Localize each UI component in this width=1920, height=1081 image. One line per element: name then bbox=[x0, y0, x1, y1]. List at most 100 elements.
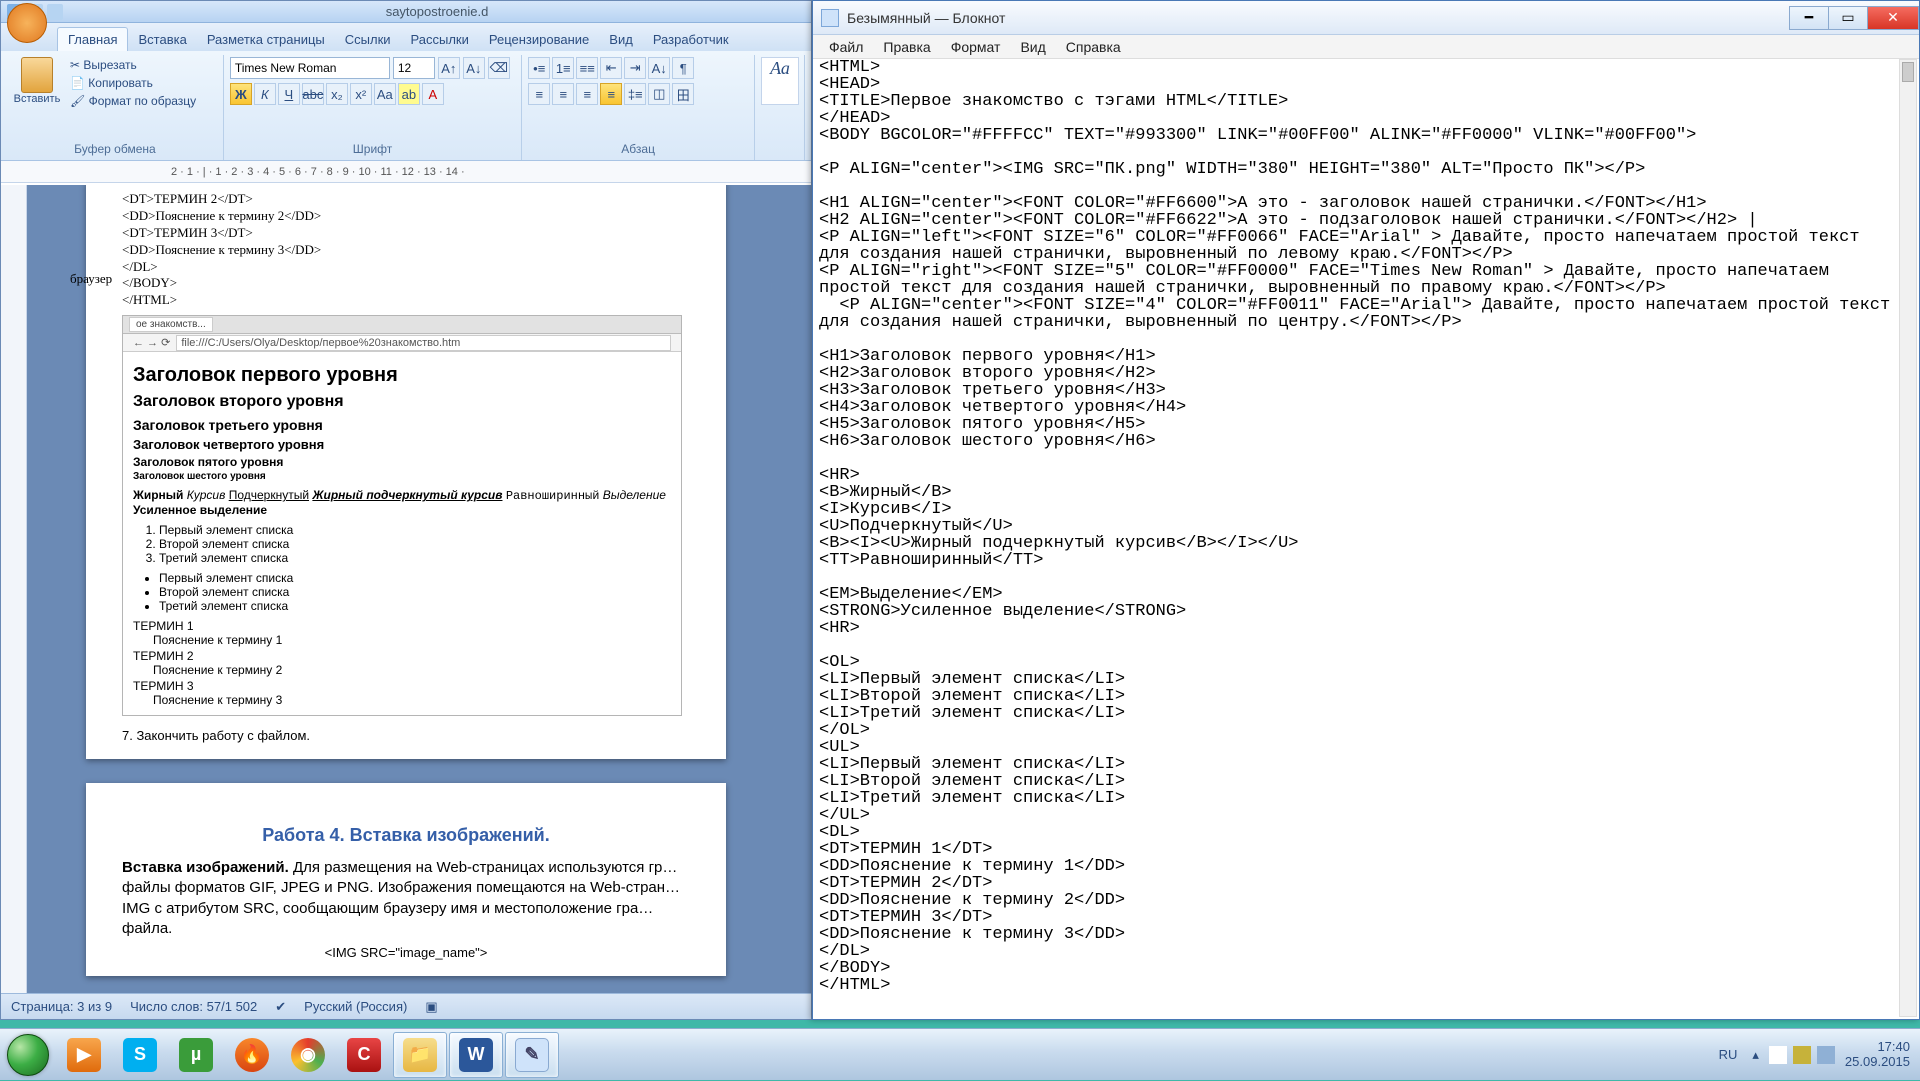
flag-icon[interactable] bbox=[1769, 1046, 1787, 1064]
sort-button[interactable]: A↓ bbox=[648, 57, 670, 79]
ribbon-tabs: Главная Вставка Разметка страницы Ссылки… bbox=[1, 23, 811, 51]
clock[interactable]: 17:40 25.09.2015 bbox=[1845, 1040, 1910, 1069]
time: 17:40 bbox=[1845, 1040, 1910, 1054]
taskbar-chrome[interactable]: ◉ bbox=[281, 1032, 335, 1078]
code-block: <DT>ТЕРМИН 2</DT> <DD>Пояснение к термин… bbox=[122, 191, 690, 309]
work4-title: Работа 4. Вставка изображений. bbox=[122, 825, 690, 846]
close-button[interactable]: ✕ bbox=[1867, 6, 1919, 30]
redo-icon[interactable] bbox=[47, 4, 63, 20]
start-button[interactable] bbox=[0, 1029, 56, 1081]
indent-inc-button[interactable]: ⇥ bbox=[624, 57, 646, 79]
line-spacing-button[interactable]: ‡≡ bbox=[624, 83, 646, 105]
taskbar-explorer[interactable]: 📁 bbox=[393, 1032, 447, 1078]
numbering-button[interactable]: 1≡ bbox=[552, 57, 574, 79]
copy-button[interactable]: 📄 Копировать bbox=[67, 75, 199, 91]
tab-view[interactable]: Вид bbox=[599, 28, 643, 51]
notepad-textarea[interactable]: <HTML> <HEAD> <TITLE>Первое знакомство с… bbox=[817, 59, 1897, 1015]
font-size-input[interactable] bbox=[393, 57, 435, 79]
format-painter-button[interactable]: 🖌 Формат по образцу bbox=[67, 93, 199, 109]
browser-tab-bar: ое знакомств... bbox=[123, 316, 681, 334]
italic-button[interactable]: К bbox=[254, 83, 276, 105]
highlight-button[interactable]: ab bbox=[398, 83, 420, 105]
notepad-titlebar[interactable]: Безымянный — Блокнот ━ ▭ ✕ bbox=[813, 1, 1919, 35]
tab-review[interactable]: Рецензирование bbox=[479, 28, 599, 51]
img-src-code: <IMG SRC="image_name"> bbox=[122, 945, 690, 960]
vertical-ruler[interactable] bbox=[1, 185, 27, 993]
show-marks-button[interactable]: ¶ bbox=[672, 57, 694, 79]
tray-icons bbox=[1769, 1046, 1835, 1064]
underline-button[interactable]: Ч bbox=[278, 83, 300, 105]
justify-button[interactable]: ≡ bbox=[600, 83, 622, 105]
numbered-item: 7. Закончить работу с файлом. bbox=[122, 728, 690, 743]
volume-icon[interactable] bbox=[1817, 1046, 1835, 1064]
superscript-button[interactable]: x² bbox=[350, 83, 372, 105]
notepad-icon bbox=[821, 9, 839, 27]
bullets-button[interactable]: •≡ bbox=[528, 57, 550, 79]
change-case-button[interactable]: Aa bbox=[374, 83, 396, 105]
strike-button[interactable]: abc bbox=[302, 83, 324, 105]
tab-home[interactable]: Главная bbox=[57, 27, 128, 51]
grow-font-button[interactable]: A↑ bbox=[438, 57, 460, 79]
tab-insert[interactable]: Вставка bbox=[128, 28, 196, 51]
shading-button[interactable]: ◫ bbox=[648, 83, 670, 105]
scrollbar-thumb[interactable] bbox=[1902, 62, 1914, 82]
windows-orb-icon bbox=[7, 1034, 49, 1076]
list-item: Второй элемент списка bbox=[159, 585, 671, 599]
language-indicator[interactable]: RU bbox=[1714, 1044, 1743, 1065]
taskbar-notepad[interactable]: ✎ bbox=[505, 1032, 559, 1078]
taskbar-media-player[interactable]: ▶ bbox=[57, 1032, 111, 1078]
group-styles: Аа bbox=[755, 55, 805, 160]
taskbar-ccleaner[interactable]: C bbox=[337, 1032, 391, 1078]
subscript-button[interactable]: x₂ bbox=[326, 83, 348, 105]
taskbar-utorrent[interactable]: µ bbox=[169, 1032, 223, 1078]
align-right-button[interactable]: ≡ bbox=[576, 83, 598, 105]
heading-h2: Заголовок второго уровня bbox=[133, 393, 671, 411]
menu-format[interactable]: Формат bbox=[941, 37, 1011, 57]
bold-button[interactable]: Ж bbox=[230, 83, 252, 105]
styles-gallery[interactable]: Аа bbox=[761, 57, 799, 105]
status-page[interactable]: Страница: 3 из 9 bbox=[11, 999, 112, 1014]
clear-format-button[interactable]: ⌫ bbox=[488, 57, 510, 79]
paste-button[interactable]: Вставить bbox=[13, 57, 61, 109]
minimize-button[interactable]: ━ bbox=[1789, 6, 1829, 30]
tab-page-layout[interactable]: Разметка страницы bbox=[197, 28, 335, 51]
list-item: Первый элемент списка bbox=[159, 523, 671, 537]
shrink-font-button[interactable]: A↓ bbox=[463, 57, 485, 79]
taskbar-skype[interactable]: S bbox=[113, 1032, 167, 1078]
paste-label: Вставить bbox=[14, 93, 61, 105]
network-icon[interactable] bbox=[1793, 1046, 1811, 1064]
menu-edit[interactable]: Правка bbox=[873, 37, 940, 57]
word-statusbar: Страница: 3 из 9 Число слов: 57/1 502 ✔ … bbox=[1, 993, 811, 1019]
tab-mailings[interactable]: Рассылки bbox=[401, 28, 479, 51]
indent-dec-button[interactable]: ⇤ bbox=[600, 57, 622, 79]
tab-developer[interactable]: Разработчик bbox=[643, 28, 739, 51]
insert-text: Вставка изображений. Для размещения на W… bbox=[122, 858, 690, 939]
taskbar-firefox[interactable]: 🔥 bbox=[225, 1032, 279, 1078]
menu-view[interactable]: Вид bbox=[1010, 37, 1055, 57]
document-page: <DT>ТЕРМИН 2</DT> <DD>Пояснение к термин… bbox=[86, 185, 726, 759]
menu-help[interactable]: Справка bbox=[1056, 37, 1131, 57]
multilevel-button[interactable]: ≡≡ bbox=[576, 57, 598, 79]
office-button[interactable] bbox=[7, 3, 47, 43]
status-record-icon[interactable]: ▣ bbox=[425, 999, 437, 1015]
notepad-scrollbar[interactable] bbox=[1899, 59, 1917, 1017]
group-font: A↑ A↓ ⌫ Ж К Ч abc x₂ x² Aa ab A Шрифт bbox=[224, 55, 522, 160]
horizontal-ruler[interactable]: 2 · 1 · | · 1 · 2 · 3 · 4 · 5 · 6 · 7 · … bbox=[1, 161, 811, 183]
status-proofing-icon[interactable]: ✔ bbox=[275, 999, 286, 1015]
document-area[interactable]: <DT>ТЕРМИН 2</DT> <DD>Пояснение к термин… bbox=[1, 185, 811, 993]
tab-references[interactable]: Ссылки bbox=[335, 28, 401, 51]
word-window: saytopostroenie.d Главная Вставка Размет… bbox=[0, 0, 812, 1020]
font-name-input[interactable] bbox=[230, 57, 390, 79]
tray-chevron-icon[interactable]: ▴ bbox=[1752, 1047, 1759, 1063]
status-words[interactable]: Число слов: 57/1 502 bbox=[130, 999, 257, 1014]
menu-file[interactable]: Файл bbox=[819, 37, 873, 57]
maximize-button[interactable]: ▭ bbox=[1828, 6, 1868, 30]
font-color-button[interactable]: A bbox=[422, 83, 444, 105]
status-lang[interactable]: Русский (Россия) bbox=[304, 999, 407, 1014]
borders-button[interactable]: 田 bbox=[672, 83, 694, 105]
align-center-button[interactable]: ≡ bbox=[552, 83, 574, 105]
heading-h5: Заголовок пятого уровня bbox=[133, 455, 671, 469]
align-left-button[interactable]: ≡ bbox=[528, 83, 550, 105]
cut-button[interactable]: ✂ Вырезать bbox=[67, 57, 199, 73]
taskbar-word[interactable]: W bbox=[449, 1032, 503, 1078]
